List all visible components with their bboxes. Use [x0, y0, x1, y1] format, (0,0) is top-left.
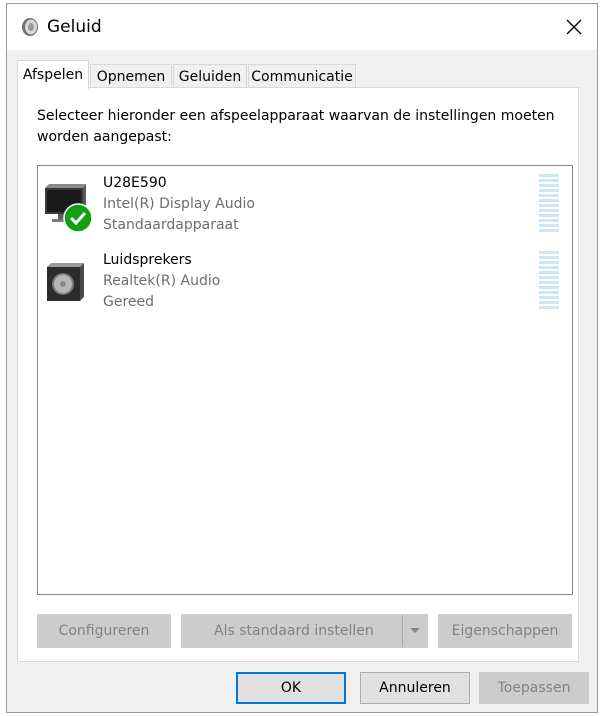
title-bar: Geluid — [7, 4, 597, 50]
volume-meter — [539, 174, 559, 234]
cancel-button[interactable]: Annuleren — [360, 672, 470, 704]
configure-button[interactable]: Configureren — [37, 614, 171, 648]
close-icon — [566, 19, 582, 35]
device-list[interactable]: U28E590 Intel(R) Display Audio Standaard… — [37, 165, 573, 595]
device-status: Standaardapparaat — [103, 217, 239, 233]
tab-communicatie[interactable]: Communicatie — [248, 64, 356, 88]
close-button[interactable] — [551, 4, 597, 50]
device-item-luidsprekers[interactable]: Luidsprekers Realtek(R) Audio Gereed — [38, 243, 572, 317]
set-default-button[interactable]: Als standaard instellen — [181, 614, 428, 648]
device-name: Luidsprekers — [103, 252, 192, 268]
apply-button[interactable]: Toepassen — [479, 672, 589, 704]
device-driver: Realtek(R) Audio — [103, 273, 221, 289]
set-default-label: Als standaard instellen — [214, 623, 374, 639]
chevron-down-icon — [410, 628, 420, 633]
tab-afspelen[interactable]: Afspelen — [17, 60, 89, 89]
device-status: Gereed — [103, 294, 155, 310]
device-driver: Intel(R) Display Audio — [103, 196, 255, 212]
speaker-icon — [22, 18, 38, 36]
playback-panel: Selecteer hieronder een afspeelapparaat … — [17, 87, 579, 662]
monitor-icon — [45, 184, 92, 232]
properties-button[interactable]: Eigenschappen — [438, 614, 572, 648]
device-item-u28e590[interactable]: U28E590 Intel(R) Display Audio Standaard… — [38, 166, 572, 240]
ok-button[interactable]: OK — [236, 672, 346, 704]
window-title: Geluid — [47, 17, 102, 37]
volume-meter — [539, 251, 559, 311]
tab-geluiden[interactable]: Geluiden — [173, 64, 247, 88]
instruction-text: Selecteer hieronder een afspeelapparaat … — [37, 108, 555, 145]
set-default-dropdown[interactable] — [402, 615, 427, 647]
tab-opnemen[interactable]: Opnemen — [90, 64, 172, 88]
device-name: U28E590 — [103, 175, 167, 191]
sound-dialog: Geluid Afspelen Opnemen Geluiden Communi… — [6, 3, 598, 713]
speaker-icon — [47, 263, 84, 301]
